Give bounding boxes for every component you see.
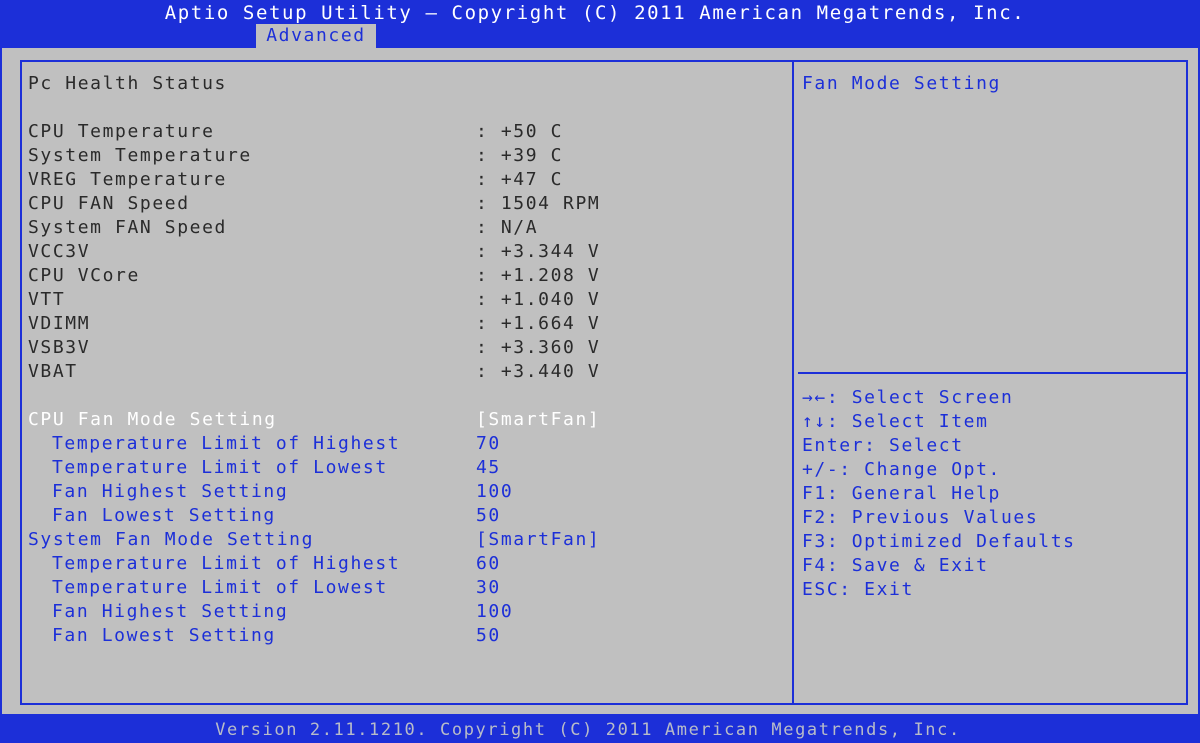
sys-fan-highest-value[interactable]: 100 (476, 600, 513, 624)
version-text: Version 2.11.1210. Copyright (C) 2011 Am… (215, 720, 961, 740)
help-key-select-screen: →←: Select Screen (802, 387, 1014, 408)
system-fan-mode-value[interactable]: [SmartFan] (476, 528, 600, 552)
tab-advanced[interactable]: Advanced (256, 24, 376, 48)
sys-fan-lowest-setting[interactable]: Fan Lowest Setting (52, 624, 276, 648)
reading-value-vtt: : +1.040 V (476, 289, 601, 310)
help-description: Fan Mode Setting (802, 73, 1001, 94)
help-key-f2: F2: Previous Values (802, 507, 1039, 528)
sys-temp-limit-lowest[interactable]: Temperature Limit of Lowest (52, 576, 388, 600)
reading-label-cpu-vcore: CPU VCore (28, 265, 140, 286)
reading-label-system-temperature: System Temperature (28, 145, 252, 166)
reading-value-system-fan-speed: : N/A (476, 217, 539, 238)
app-title: Aptio Setup Utility – Copyright (C) 2011… (164, 2, 1026, 24)
title-bar: Aptio Setup Utility – Copyright (C) 2011… (0, 0, 1200, 48)
cpu-temp-limit-lowest-value[interactable]: 45 (476, 456, 501, 480)
reading-value-vcc3v: : +3.344 V (476, 241, 601, 262)
sys-temp-limit-lowest-value[interactable]: 30 (476, 576, 501, 600)
cpu-fan-lowest-value[interactable]: 50 (476, 504, 501, 528)
sys-fan-highest-setting[interactable]: Fan Highest Setting (52, 600, 288, 624)
help-key-f4: F4: Save & Exit (802, 555, 989, 576)
reading-value-vdimm: : +1.664 V (476, 313, 601, 334)
reading-label-vreg-temperature: VREG Temperature (28, 169, 227, 190)
cpu-fan-mode-value[interactable]: [SmartFan] (476, 408, 600, 432)
vertical-divider (792, 60, 794, 705)
reading-label-vbat: VBAT (28, 361, 78, 382)
sys-temp-limit-highest[interactable]: Temperature Limit of Highest (52, 552, 400, 576)
reading-value-cpu-temperature: : +50 C (476, 121, 564, 142)
section-title: Pc Health Status (28, 73, 227, 94)
system-fan-mode-setting[interactable]: System Fan Mode Setting (28, 528, 314, 552)
cpu-fan-highest-setting[interactable]: Fan Highest Setting (52, 480, 288, 504)
cpu-temp-limit-lowest[interactable]: Temperature Limit of Lowest (52, 456, 388, 480)
sys-temp-limit-highest-value[interactable]: 60 (476, 552, 501, 576)
reading-label-system-fan-speed: System FAN Speed (28, 217, 227, 238)
help-key-enter: Enter: Select (802, 435, 964, 456)
cpu-fan-highest-value[interactable]: 100 (476, 480, 513, 504)
help-key-esc: ESC: Exit (802, 579, 914, 600)
help-key-f3: F3: Optimized Defaults (802, 531, 1076, 552)
reading-label-vdimm: VDIMM (28, 313, 91, 334)
reading-value-vreg-temperature: : +47 C (476, 169, 564, 190)
cpu-temp-limit-highest-value[interactable]: 70 (476, 432, 501, 456)
cpu-fan-lowest-setting[interactable]: Fan Lowest Setting (52, 504, 276, 528)
reading-label-vtt: VTT (28, 289, 66, 310)
reading-label-cpu-temperature: CPU Temperature (28, 121, 215, 142)
help-key-select-item: ↑↓: Select Item (802, 411, 989, 432)
help-key-change-opt: +/-: Change Opt. (802, 459, 1001, 480)
sys-fan-lowest-value[interactable]: 50 (476, 624, 501, 648)
help-divider (798, 372, 1186, 374)
reading-label-vcc3v: VCC3V (28, 241, 91, 262)
cpu-temp-limit-highest[interactable]: Temperature Limit of Highest (52, 432, 400, 456)
reading-value-system-temperature: : +39 C (476, 145, 564, 166)
reading-value-vsb3v: : +3.360 V (476, 337, 601, 358)
reading-value-cpu-vcore: : +1.208 V (476, 265, 601, 286)
help-key-f1: F1: General Help (802, 483, 1001, 504)
reading-value-cpu-fan-speed: : 1504 RPM (476, 193, 601, 214)
reading-value-vbat: : +3.440 V (476, 361, 601, 382)
cpu-fan-mode-setting[interactable]: CPU Fan Mode Setting (28, 408, 277, 432)
reading-label-cpu-fan-speed: CPU FAN Speed (28, 193, 190, 214)
reading-label-vsb3v: VSB3V (28, 337, 91, 358)
main-panel: Pc Health Status CPU Temperature : +50 C… (2, 48, 1198, 714)
footer-bar: Version 2.11.1210. Copyright (C) 2011 Am… (0, 714, 1200, 743)
